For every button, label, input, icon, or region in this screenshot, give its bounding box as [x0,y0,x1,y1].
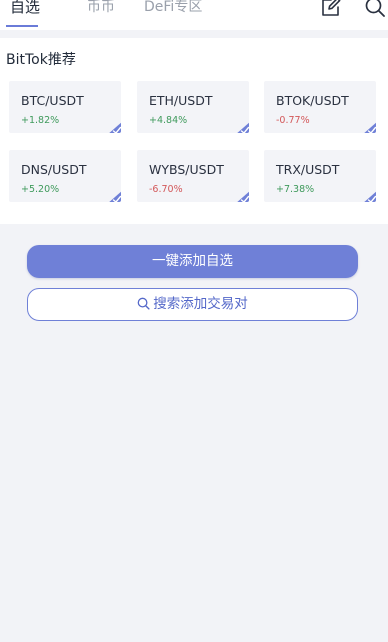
tab-spot[interactable]: 币币 [87,0,115,19]
search-add-pair-button[interactable]: 搜索添加交易对 [27,288,358,321]
add-all-watchlist-button[interactable]: 一键添加自选 [27,245,358,278]
tab-watchlist[interactable]: 自选 [10,0,40,19]
recommend-card[interactable]: ETH/USDT +4.84% [137,81,249,133]
card-pair-name: WYBS/USDT [149,162,224,177]
card-pair-name: BTC/USDT [21,93,84,108]
recommend-card[interactable]: WYBS/USDT -6.70% [137,150,249,202]
watchlist-page: 自选 币币 DeFi专区 BitTok推荐 BTC/USDT +1.82% ETH/… [0,0,388,642]
search-icon [137,297,150,310]
recommend-card[interactable]: BTC/USDT +1.82% [9,81,121,133]
card-pair-name: ETH/USDT [149,93,213,108]
top-tab-bar: 自选 币币 DeFi专区 [0,0,388,30]
tab-defi[interactable]: DeFi专区 [144,0,202,19]
selected-check-icon[interactable] [362,121,376,133]
edit-icon[interactable] [320,0,342,18]
card-pair-name: TRX/USDT [276,162,340,177]
selected-check-icon[interactable] [362,190,376,202]
selected-check-icon[interactable] [235,121,249,133]
card-pair-name: DNS/USDT [21,162,87,177]
recommend-title: BitTok推荐 [6,52,76,68]
selected-check-icon[interactable] [107,190,121,202]
card-pair-name: BTOK/USDT [276,93,349,108]
recommend-card[interactable]: DNS/USDT +5.20% [9,150,121,202]
search-add-pair-label: 搜索添加交易对 [153,296,248,312]
selected-check-icon[interactable] [107,121,121,133]
card-price-change: -6.70% [149,184,183,195]
recommend-section: BitTok推荐 BTC/USDT +1.82% ETH/USDT +4.84% BTO… [0,38,388,224]
recommend-card[interactable]: TRX/USDT +7.38% [264,150,376,202]
card-price-change: -0.77% [276,115,310,126]
selected-check-icon[interactable] [235,190,249,202]
card-price-change: +5.20% [21,184,60,195]
active-tab-indicator [6,25,38,27]
card-price-change: +4.84% [149,115,188,126]
card-price-change: +1.82% [21,115,60,126]
search-icon[interactable] [364,0,386,18]
card-price-change: +7.38% [276,184,315,195]
recommend-card[interactable]: BTOK/USDT -0.77% [264,81,376,133]
